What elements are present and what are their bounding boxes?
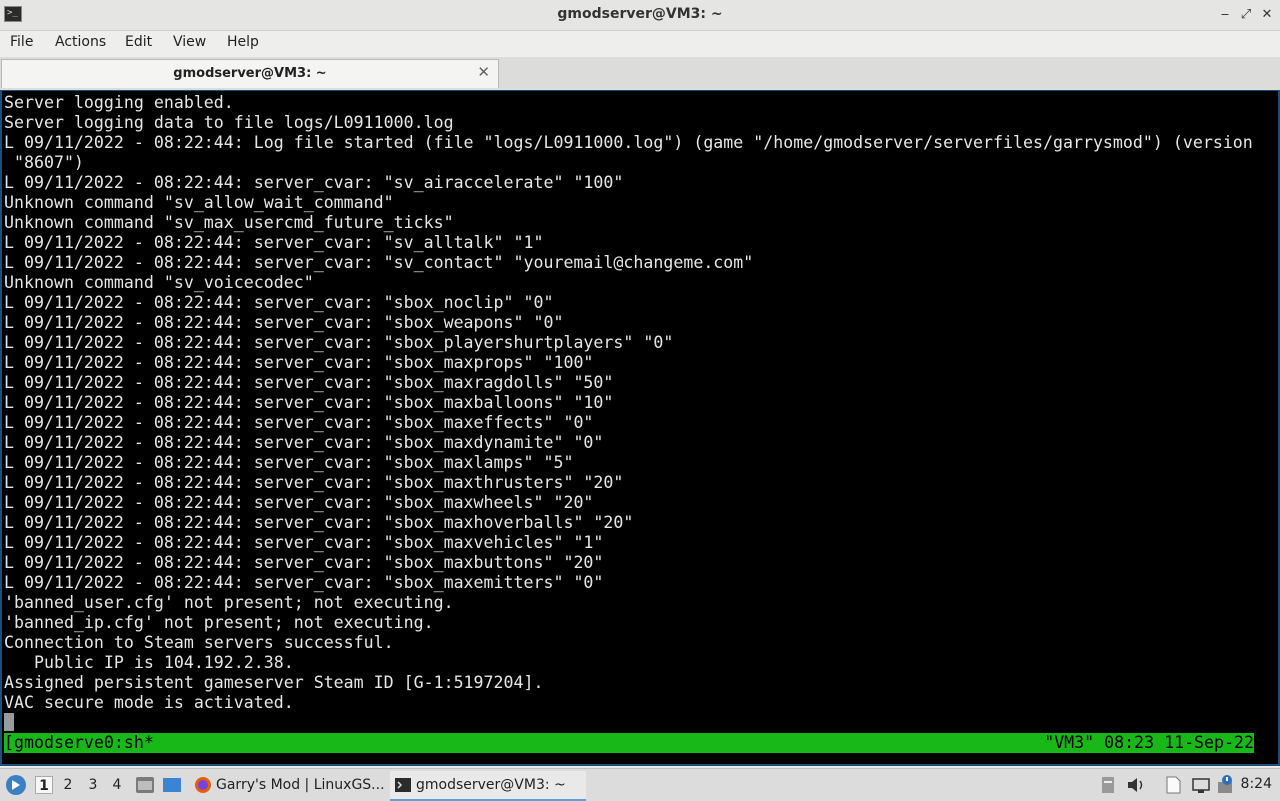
- terminal-line: L 09/11/2022 - 08:22:44: Log file starte…: [4, 133, 1253, 152]
- task-label: gmodserver@VM3: ~: [416, 777, 566, 793]
- clock[interactable]: 8:24: [1241, 776, 1272, 792]
- terminal-line: L 09/11/2022 - 08:22:44: server_cvar: "s…: [4, 553, 604, 572]
- terminal-line: Server logging enabled.: [4, 93, 234, 112]
- tmux-status-right: "VM3" 08:23 11-Sep-22: [1044, 733, 1254, 752]
- close-button[interactable]: ✕: [1258, 6, 1276, 24]
- update-notifier-icon[interactable]: [1214, 774, 1236, 796]
- minimize-button[interactable]: ‒: [1216, 6, 1234, 24]
- volume-icon[interactable]: [1125, 774, 1147, 796]
- workspace-1[interactable]: 1: [35, 776, 53, 794]
- menu-bar: File Actions Edit View Help: [0, 31, 1280, 57]
- firefox-icon: [195, 777, 211, 793]
- clipboard-icon[interactable]: [1097, 774, 1119, 796]
- terminal-line: L 09/11/2022 - 08:22:44: server_cvar: "s…: [4, 353, 594, 372]
- terminal-pane[interactable]: Server logging enabled. Server logging da…: [0, 90, 1280, 766]
- terminal-line: Unknown command "sv_allow_wait_command": [4, 193, 394, 212]
- terminal-line: VAC secure mode is activated.: [4, 693, 294, 712]
- terminal-line: L 09/11/2022 - 08:22:44: server_cvar: "s…: [4, 373, 614, 392]
- show-desktop-icon[interactable]: [161, 774, 183, 796]
- menu-view[interactable]: View: [173, 34, 206, 50]
- lxqt-menu-icon[interactable]: [5, 774, 27, 796]
- terminal-line: L 09/11/2022 - 08:22:44: server_cvar: "s…: [4, 433, 604, 452]
- workspace-3[interactable]: 3: [84, 776, 102, 794]
- taskbar: 1 2 3 4 Garry's Mod | LinuxGS... gmodser…: [0, 768, 1280, 801]
- task-label: Garry's Mod | LinuxGS...: [216, 777, 385, 793]
- terminal-line: 'banned_ip.cfg' not present; not executi…: [4, 613, 434, 632]
- terminal-line: L 09/11/2022 - 08:22:44: server_cvar: "s…: [4, 293, 554, 312]
- terminal-line: Unknown command "sv_max_usercmd_future_t…: [4, 213, 454, 232]
- taskbar-task-terminal[interactable]: gmodserver@VM3: ~: [390, 771, 586, 801]
- terminal-line: L 09/11/2022 - 08:22:44: server_cvar: "s…: [4, 473, 624, 492]
- window-titlebar[interactable]: >_ gmodserver@VM3: ~ ‒ ⤢ ✕: [0, 0, 1280, 31]
- menu-help[interactable]: Help: [227, 34, 259, 50]
- window-title: gmodserver@VM3: ~: [557, 6, 723, 22]
- menu-edit[interactable]: Edit: [125, 34, 152, 50]
- terminal-line: Server logging data to file logs/L091100…: [4, 113, 454, 132]
- tmux-window-list[interactable]: [gmodserve0:sh*: [4, 733, 154, 753]
- terminal-line: L 09/11/2022 - 08:22:44: server_cvar: "s…: [4, 313, 564, 332]
- terminal-tab[interactable]: gmodserver@VM3: ~ ✕: [1, 59, 499, 88]
- terminal-line: "8607"): [4, 153, 84, 172]
- menu-file[interactable]: File: [10, 34, 33, 50]
- terminal-line: L 09/11/2022 - 08:22:44: server_cvar: "s…: [4, 173, 624, 192]
- maximize-button[interactable]: ⤢: [1237, 6, 1255, 24]
- workspace-2[interactable]: 2: [59, 776, 77, 794]
- terminal-line: Public IP is 104.192.2.38.: [4, 653, 294, 672]
- file-manager-icon[interactable]: [134, 774, 156, 796]
- terminal-line: L 09/11/2022 - 08:22:44: server_cvar: "s…: [4, 233, 544, 252]
- tmux-status-bar: [gmodserve0:sh* "VM3" 08:23 11-Sep-22: [4, 733, 1254, 753]
- terminal-cursor: [4, 713, 14, 731]
- terminal-line: L 09/11/2022 - 08:22:44: server_cvar: "s…: [4, 533, 604, 552]
- tab-bar: gmodserver@VM3: ~ ✕: [0, 57, 1280, 90]
- terminal-output: Server logging enabled. Server logging da…: [4, 93, 1253, 713]
- terminal-line: Unknown command "sv_voicecodec": [4, 273, 314, 292]
- terminal-line: L 09/11/2022 - 08:22:44: server_cvar: "s…: [4, 333, 674, 352]
- network-icon[interactable]: [1190, 774, 1212, 796]
- terminal-icon: [395, 778, 411, 792]
- terminal-line: Connection to Steam servers successful.: [4, 633, 394, 652]
- terminal-line: L 09/11/2022 - 08:22:44: server_cvar: "s…: [4, 573, 604, 592]
- terminal-line: Assigned persistent gameserver Steam ID …: [4, 673, 544, 692]
- notes-icon[interactable]: [1162, 774, 1184, 796]
- terminal-line: L 09/11/2022 - 08:22:44: server_cvar: "s…: [4, 393, 614, 412]
- terminal-line: L 09/11/2022 - 08:22:44: server_cvar: "s…: [4, 413, 594, 432]
- taskbar-task-firefox[interactable]: Garry's Mod | LinuxGS...: [190, 771, 386, 799]
- terminal-line: L 09/11/2022 - 08:22:44: server_cvar: "s…: [4, 253, 754, 272]
- tab-label: gmodserver@VM3: ~: [173, 66, 327, 81]
- terminal-line: L 09/11/2022 - 08:22:44: server_cvar: "s…: [4, 493, 594, 512]
- terminal-line: L 09/11/2022 - 08:22:44: server_cvar: "s…: [4, 453, 574, 472]
- terminal-line: 'banned_user.cfg' not present; not execu…: [4, 593, 454, 612]
- terminal-line: L 09/11/2022 - 08:22:44: server_cvar: "s…: [4, 513, 634, 532]
- menu-actions[interactable]: Actions: [55, 34, 106, 50]
- tab-close-icon[interactable]: ✕: [477, 63, 490, 81]
- workspace-4[interactable]: 4: [108, 776, 126, 794]
